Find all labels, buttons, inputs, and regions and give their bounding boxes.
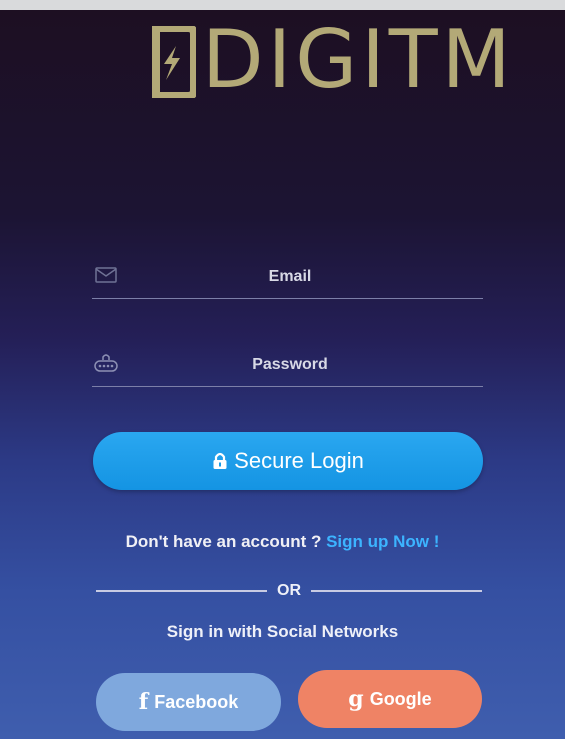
logo-text: DIGITM	[202, 13, 515, 106]
or-label: OR	[277, 582, 301, 599]
signup-link[interactable]: Sign up Now !	[326, 532, 439, 551]
logo-bolt-icon	[152, 26, 196, 98]
signup-prompt: Don't have an account ?	[125, 532, 322, 551]
brand-logo: DIGITM	[148, 16, 511, 106]
password-input[interactable]	[128, 346, 452, 384]
password-field[interactable]	[92, 346, 483, 387]
signup-row: Don't have an account ? Sign up Now !	[0, 532, 565, 552]
facebook-label: Facebook	[154, 691, 239, 712]
lock-icon	[213, 452, 227, 469]
or-divider: OR	[96, 580, 482, 602]
secure-login-label: Secure Login	[234, 448, 364, 473]
mail-icon	[95, 267, 117, 283]
google-icon: g	[348, 686, 364, 712]
email-field[interactable]	[92, 258, 483, 299]
social-caption: Sign in with Social Networks	[166, 622, 399, 641]
facebook-icon: f	[138, 689, 149, 715]
divider-line-right	[311, 590, 482, 592]
secure-login-button[interactable]: Secure Login	[93, 432, 483, 490]
login-screen: DIGITM Secure Login Don't have an accoun…	[0, 10, 565, 739]
facebook-button[interactable]: f Facebook	[96, 673, 281, 731]
password-icon	[94, 354, 118, 372]
google-label: Google	[369, 688, 432, 709]
divider-line-left	[96, 590, 267, 592]
email-input[interactable]	[128, 258, 452, 296]
google-button[interactable]: g Google	[298, 670, 482, 728]
